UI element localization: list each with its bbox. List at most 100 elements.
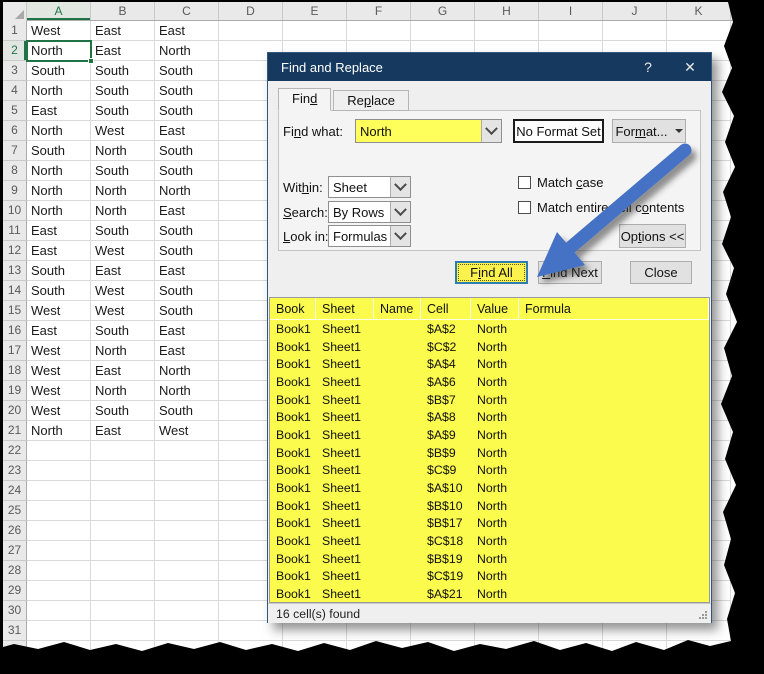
result-row[interactable]: Book1 Sheet1 $C$18 North xyxy=(270,532,709,550)
cell-A30[interactable] xyxy=(27,601,91,621)
row-header-16[interactable]: 16 xyxy=(3,321,27,341)
row-header-1[interactable]: 1 xyxy=(3,21,27,41)
help-button[interactable]: ? xyxy=(627,59,669,75)
row-header-28[interactable]: 28 xyxy=(3,561,27,581)
cell-H31[interactable] xyxy=(475,621,539,641)
search-dropdown-icon[interactable] xyxy=(390,202,410,222)
cell-I32[interactable] xyxy=(539,641,603,652)
row-header-22[interactable]: 22 xyxy=(3,441,27,461)
result-row[interactable]: Book1 Sheet1 $B$10 North xyxy=(270,497,709,515)
cell-C27[interactable] xyxy=(155,541,219,561)
cell-B21[interactable]: East xyxy=(91,421,155,441)
row-header-18[interactable]: 18 xyxy=(3,361,27,381)
cell-C28[interactable] xyxy=(155,561,219,581)
cell-B26[interactable] xyxy=(91,521,155,541)
find-all-button[interactable]: Find All xyxy=(455,261,528,284)
cell-A23[interactable] xyxy=(27,461,91,481)
cell-A1[interactable]: West xyxy=(27,21,91,41)
row-header-19[interactable]: 19 xyxy=(3,381,27,401)
look-in-dropdown-icon[interactable] xyxy=(390,226,410,246)
cell-C24[interactable] xyxy=(155,481,219,501)
find-what-input[interactable]: North xyxy=(355,119,502,143)
find-next-button[interactable]: Find Next xyxy=(538,261,602,284)
cell-A11[interactable]: East xyxy=(27,221,91,241)
cell-C16[interactable]: East xyxy=(155,321,219,341)
cell-F1[interactable] xyxy=(347,21,411,41)
cell-A29[interactable] xyxy=(27,581,91,601)
cell-A2[interactable]: North xyxy=(27,41,91,61)
tab-find[interactable]: Find xyxy=(278,88,332,111)
cell-H32[interactable] xyxy=(475,641,539,652)
results-header-cell[interactable]: Cell xyxy=(421,298,471,319)
column-header-H[interactable]: H xyxy=(475,2,539,20)
find-what-dropdown-icon[interactable] xyxy=(481,120,501,142)
result-row[interactable]: Book1 Sheet1 $A$8 North xyxy=(270,408,709,426)
result-row[interactable]: Book1 Sheet1 $A$4 North xyxy=(270,355,709,373)
cell-A16[interactable]: East xyxy=(27,321,91,341)
cell-I1[interactable] xyxy=(539,21,603,41)
cell-B2[interactable]: East xyxy=(91,41,155,61)
cell-A4[interactable]: North xyxy=(27,81,91,101)
row-header-30[interactable]: 30 xyxy=(3,601,27,621)
cell-B1[interactable]: East xyxy=(91,21,155,41)
cell-A24[interactable] xyxy=(27,481,91,501)
row-header-11[interactable]: 11 xyxy=(3,221,27,241)
row-header-2[interactable]: 2 xyxy=(3,41,27,61)
select-all-corner[interactable] xyxy=(3,2,27,21)
cell-B17[interactable]: North xyxy=(91,341,155,361)
cell-A19[interactable]: West xyxy=(27,381,91,401)
row-header-24[interactable]: 24 xyxy=(3,481,27,501)
results-list[interactable]: Book Sheet Name Cell Value Formula Book1… xyxy=(269,297,710,603)
row-header-32[interactable]: 32 xyxy=(3,641,27,652)
cell-B16[interactable]: South xyxy=(91,321,155,341)
cell-B11[interactable]: South xyxy=(91,221,155,241)
row-header-10[interactable]: 10 xyxy=(3,201,27,221)
cell-C17[interactable]: East xyxy=(155,341,219,361)
within-dropdown[interactable]: Sheet xyxy=(328,176,411,198)
result-row[interactable]: Book1 Sheet1 $B$7 North xyxy=(270,391,709,409)
result-row[interactable]: Book1 Sheet1 $B$9 North xyxy=(270,444,709,462)
cell-D31[interactable] xyxy=(219,621,283,641)
row-header-15[interactable]: 15 xyxy=(3,301,27,321)
column-header-I[interactable]: I xyxy=(539,2,603,20)
options-button[interactable]: Options << xyxy=(619,224,686,248)
cell-A5[interactable]: East xyxy=(27,101,91,121)
row-header-31[interactable]: 31 xyxy=(3,621,27,641)
cell-B27[interactable] xyxy=(91,541,155,561)
close-button[interactable]: Close xyxy=(630,261,692,284)
resize-grip-icon[interactable] xyxy=(705,617,707,619)
result-row[interactable]: Book1 Sheet1 $A$21 North xyxy=(270,585,709,602)
row-header-12[interactable]: 12 xyxy=(3,241,27,261)
row-header-3[interactable]: 3 xyxy=(3,61,27,81)
column-header-E[interactable]: E xyxy=(283,2,347,20)
cell-I31[interactable] xyxy=(539,621,603,641)
cell-A9[interactable]: North xyxy=(27,181,91,201)
cell-C18[interactable]: North xyxy=(155,361,219,381)
cell-C23[interactable] xyxy=(155,461,219,481)
cell-C15[interactable]: South xyxy=(155,301,219,321)
cell-B14[interactable]: West xyxy=(91,281,155,301)
cell-A26[interactable] xyxy=(27,521,91,541)
cell-A12[interactable]: East xyxy=(27,241,91,261)
result-row[interactable]: Book1 Sheet1 $A$10 North xyxy=(270,479,709,497)
cell-B15[interactable]: West xyxy=(91,301,155,321)
cell-A32[interactable] xyxy=(27,641,91,652)
dialog-titlebar[interactable]: Find and Replace ? ✕ xyxy=(268,53,711,81)
column-header-J[interactable]: J xyxy=(603,2,667,20)
cell-B28[interactable] xyxy=(91,561,155,581)
tab-replace[interactable]: Replace xyxy=(333,90,410,111)
cell-B20[interactable]: South xyxy=(91,401,155,421)
cell-K31[interactable] xyxy=(667,621,731,641)
cell-B10[interactable]: North xyxy=(91,201,155,221)
row-header-8[interactable]: 8 xyxy=(3,161,27,181)
cell-K1[interactable] xyxy=(667,21,731,41)
search-dropdown[interactable]: By Rows xyxy=(328,201,411,223)
result-row[interactable]: Book1 Sheet1 $A$2 North xyxy=(270,320,709,338)
row-header-21[interactable]: 21 xyxy=(3,421,27,441)
row-header-4[interactable]: 4 xyxy=(3,81,27,101)
cell-B32[interactable] xyxy=(91,641,155,652)
cell-A22[interactable] xyxy=(27,441,91,461)
column-header-D[interactable]: D xyxy=(219,2,283,20)
cell-A15[interactable]: West xyxy=(27,301,91,321)
cell-A31[interactable] xyxy=(27,621,91,641)
